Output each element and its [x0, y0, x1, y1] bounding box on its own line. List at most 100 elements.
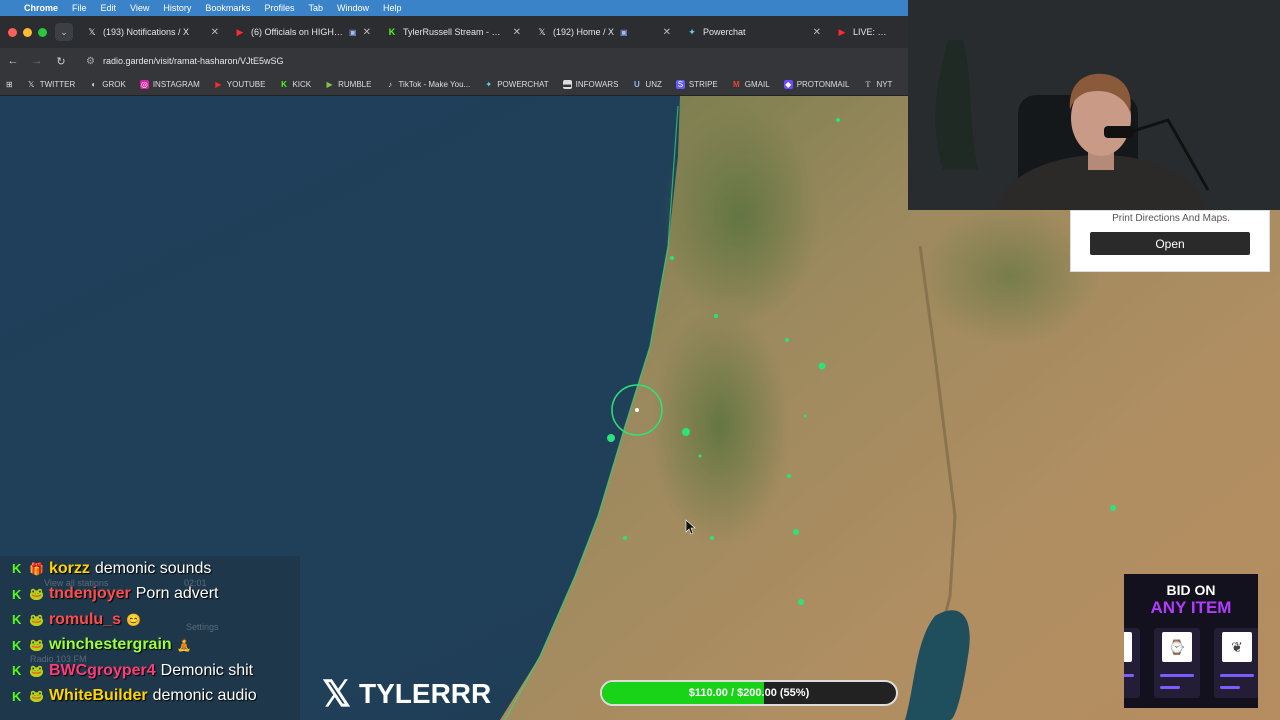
jewelry-icon: ❦	[1222, 632, 1252, 662]
station-dot[interactable]	[670, 256, 674, 260]
gmail-icon: M	[732, 80, 740, 89]
back-arrow-icon[interactable]: ←	[6, 55, 20, 67]
close-tab-icon[interactable]: ✕	[813, 27, 821, 38]
chat-username[interactable]: BWCgroyper4	[49, 662, 156, 680]
chat-username[interactable]: WhiteBuilder	[49, 687, 148, 705]
address-bar: ← → ↻ ⚙ radio.garden/visit/ramat-hasharo…	[0, 48, 908, 74]
menu-file[interactable]: File	[72, 3, 87, 13]
macos-menu-bar: Chrome File Edit View History Bookmarks …	[0, 0, 908, 16]
station-dot[interactable]	[682, 428, 690, 436]
close-tab-icon[interactable]: ✕	[363, 27, 371, 38]
bookmark-rumble[interactable]: ▶ RUMBLE	[325, 80, 372, 89]
menu-app-name[interactable]: Chrome	[24, 3, 58, 13]
station-dot[interactable]	[793, 529, 799, 535]
bookmark-tiktok[interactable]: ♪ TikTok - Make You...	[385, 80, 470, 89]
bid-item-card: ▪	[1124, 628, 1140, 698]
bookmark-unz[interactable]: U UNZ	[632, 80, 662, 89]
station-dot[interactable]	[698, 454, 702, 458]
station-dot[interactable]	[818, 362, 826, 370]
x-logo-icon: 𝕏	[538, 26, 546, 37]
bookmark-youtube[interactable]: ▶ YOUTUBE	[214, 80, 265, 89]
tab-title: (192) Home / X	[553, 27, 615, 37]
station-dot[interactable]	[785, 338, 789, 342]
bookmark-grok[interactable]: ◐ GROK	[89, 80, 125, 89]
selected-station-center	[635, 408, 639, 412]
station-dot[interactable]	[710, 536, 714, 540]
donation-goal-label: $110.00 / $200.00 (55%)	[688, 687, 810, 699]
menu-window[interactable]: Window	[337, 3, 369, 13]
menu-edit[interactable]: Edit	[101, 3, 117, 13]
chat-text: demonic sounds	[94, 559, 212, 577]
tab-kick-stream[interactable]: K TylerRussell Stream - Watch ✕	[379, 16, 529, 48]
tab-notifications[interactable]: 𝕏 (193) Notifications / X ✕	[79, 16, 227, 48]
bookmark-infowars[interactable]: ▬ INFOWARS	[562, 80, 618, 89]
grok-icon: ◐	[91, 80, 97, 89]
menu-help[interactable]: Help	[383, 3, 402, 13]
menu-bookmarks[interactable]: Bookmarks	[205, 3, 250, 13]
chat-username[interactable]: korzz	[49, 560, 90, 578]
station-dot[interactable]	[803, 414, 807, 418]
bookmark-protonmail[interactable]: ◆ PROTONMAIL	[783, 80, 849, 89]
tab-powerchat[interactable]: ✦ Powerchat ✕	[679, 16, 829, 48]
bookmark-label: NYT	[876, 80, 893, 89]
tab-live-rebuild[interactable]: ▶ LIVE: Rebuild	[829, 16, 899, 48]
window-controls	[0, 27, 55, 37]
tab-search-chevron-icon[interactable]: ⌄	[55, 23, 73, 41]
close-window-button[interactable]	[8, 27, 17, 37]
chat-username[interactable]: romulu_s	[49, 611, 121, 629]
menu-view[interactable]: View	[130, 3, 149, 13]
bookmark-label: RUMBLE	[338, 80, 372, 89]
subscriber-badge-icon: 🐸	[29, 663, 44, 678]
menu-history[interactable]: History	[163, 3, 191, 13]
forward-arrow-icon[interactable]: →	[30, 55, 44, 67]
station-dot[interactable]	[836, 118, 840, 122]
tiktok-icon: ♪	[387, 80, 392, 89]
apps-grid-icon[interactable]: ⊞	[6, 80, 13, 89]
bookmark-stripe[interactable]: S STRIPE	[675, 80, 718, 89]
watch-icon: ⌚	[1162, 632, 1192, 662]
tab-strip: ⌄ 𝕏 (193) Notifications / X ✕ ▶ (6) Offi…	[0, 16, 908, 48]
item-bar	[1220, 686, 1240, 689]
minimize-window-button[interactable]	[23, 27, 32, 37]
close-tab-icon[interactable]: ✕	[211, 27, 219, 38]
station-dot[interactable]	[607, 434, 615, 442]
bookmark-gmail[interactable]: M GMAIL	[732, 80, 770, 89]
menu-tab[interactable]: Tab	[308, 3, 323, 13]
station-dot[interactable]	[714, 314, 718, 318]
item-bar	[1124, 674, 1134, 677]
menu-profiles[interactable]: Profiles	[264, 3, 294, 13]
station-dot[interactable]	[787, 474, 791, 478]
tab-home-x[interactable]: 𝕏 (192) Home / X ▣ ✕	[529, 16, 679, 48]
url-text[interactable]: radio.garden/visit/ramat-hasharon/VJtE5w…	[103, 56, 284, 66]
youtube-icon: ▶	[838, 26, 846, 37]
zoom-window-button[interactable]	[38, 27, 47, 37]
chat-username[interactable]: winchestergrain	[49, 636, 172, 654]
bookmark-powerchat[interactable]: ✦ POWERCHAT	[484, 80, 548, 89]
bookmark-kick[interactable]: K KICK	[279, 80, 311, 89]
subscriber-badge-icon: 🐸	[29, 612, 44, 627]
kick-icon: K	[12, 637, 22, 653]
close-tab-icon[interactable]: ✕	[663, 27, 671, 38]
close-tab-icon[interactable]: ✕	[513, 27, 521, 38]
bookmark-twitter[interactable]: 𝕏 TWITTER	[27, 80, 75, 89]
audio-icon[interactable]: ▣	[620, 28, 628, 37]
item-bar	[1220, 674, 1254, 677]
emote-icon: 🧘	[176, 638, 192, 653]
site-settings-icon[interactable]: ⚙	[86, 56, 95, 67]
audio-icon[interactable]: ▣	[349, 28, 357, 37]
microphone	[1104, 126, 1134, 138]
bookmark-label: GMAIL	[744, 80, 770, 89]
station-dot[interactable]	[623, 536, 627, 540]
bookmark-instagram[interactable]: ◎ INSTAGRAM	[139, 80, 200, 89]
open-button[interactable]: Open	[1090, 232, 1250, 255]
station-dot[interactable]	[1110, 505, 1116, 511]
kick-icon: K	[12, 586, 22, 602]
x-logo-icon: 𝕏	[88, 26, 96, 37]
tab-officials[interactable]: ▶ (6) Officials on HIGH AL ▣ ✕	[227, 16, 379, 48]
stream-logo-name: TYLERRR	[359, 678, 492, 709]
webcam-overlay	[908, 0, 1280, 210]
station-dot[interactable]	[798, 599, 804, 605]
bookmark-nyt[interactable]: T NYT	[863, 80, 892, 89]
reload-icon[interactable]: ↻	[54, 55, 68, 68]
url-omnibox[interactable]: ⚙ radio.garden/visit/ramat-hasharon/VJtE…	[78, 51, 292, 71]
